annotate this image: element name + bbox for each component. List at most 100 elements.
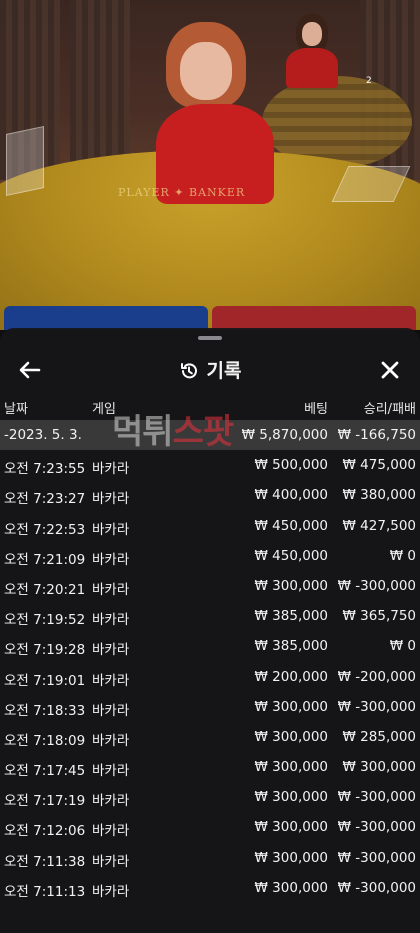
row-result: ₩ -300,000 — [337, 879, 416, 896]
sheet-title: 기록 — [0, 356, 420, 383]
row-time: 오전 7:19:52 — [4, 612, 86, 629]
row-game: 바카라 — [92, 853, 130, 870]
row-result: ₩ -200,000 — [337, 668, 416, 685]
table-row[interactable]: 오전 7:23:27 바카라 ₩ 400,000 ₩ 380,000 — [0, 480, 420, 510]
live-dealer-video: PLAYER ✦ BANKER 2 — [0, 0, 420, 330]
row-result: ₩ -300,000 — [337, 577, 416, 594]
row-result: ₩ -300,000 — [337, 819, 416, 836]
row-bet: ₩ 300,000 — [254, 879, 328, 896]
row-time: 오전 7:23:27 — [4, 491, 86, 508]
row-time: 오전 7:21:09 — [4, 551, 86, 568]
table-row[interactable]: 오전 7:19:01 바카라 ₩ 200,000 ₩ -200,000 — [0, 662, 420, 692]
summary-row[interactable]: -2023. 5. 3. ₩ 5,870,000 ₩ -166,750 — [0, 420, 420, 451]
row-game: 바카라 — [92, 793, 130, 810]
card-discard-box — [6, 125, 44, 197]
table-row[interactable]: 오전 7:23:55 바카라 ₩ 500,000 ₩ 475,000 — [0, 450, 420, 480]
row-time: 오전 7:22:53 — [4, 521, 86, 538]
row-game: 바카라 — [92, 461, 130, 478]
row-time: 오전 7:20:21 — [4, 581, 86, 598]
row-game: 바카라 — [92, 823, 130, 840]
row-game: 바카라 — [92, 491, 130, 508]
player-bet-panel[interactable] — [4, 306, 208, 330]
row-time: 오전 7:19:01 — [4, 672, 86, 689]
row-result: ₩ -300,000 — [337, 789, 416, 806]
column-header-row: 날짜 게임 베팅 승리/패배 — [0, 394, 420, 418]
row-time: 오전 7:17:45 — [4, 763, 86, 780]
history-icon — [180, 363, 197, 379]
row-bet: ₩ 400,000 — [254, 487, 328, 504]
row-time: 오전 7:23:55 — [4, 461, 86, 478]
row-game: 바카라 — [92, 581, 130, 598]
table-label: PLAYER ✦ BANKER — [118, 186, 246, 199]
table-row[interactable]: 오전 7:19:52 바카라 ₩ 385,000 ₩ 365,750 — [0, 601, 420, 631]
row-time: 오전 7:17:19 — [4, 793, 86, 810]
row-result: ₩ 0 — [389, 638, 416, 655]
row-result: ₩ 0 — [389, 547, 416, 564]
row-game: 바카라 — [92, 763, 130, 780]
sheet-grabber[interactable] — [198, 336, 222, 340]
row-game: 바카라 — [92, 551, 130, 568]
column-result: 승리/패배 — [363, 402, 416, 417]
summary-bet: ₩ 5,870,000 — [241, 427, 328, 443]
row-bet: ₩ 450,000 — [254, 547, 328, 564]
row-bet: ₩ 300,000 — [254, 577, 328, 594]
row-time: 오전 7:18:33 — [4, 702, 86, 719]
history-table: -2023. 5. 3. ₩ 5,870,000 ₩ -166,750 오전 7… — [0, 420, 420, 903]
row-time: 오전 7:18:09 — [4, 732, 86, 749]
banker-bet-panel[interactable] — [212, 306, 416, 330]
row-time: 오전 7:19:28 — [4, 642, 86, 659]
table-row[interactable]: 오전 7:21:09 바카라 ₩ 450,000 ₩ 0 — [0, 541, 420, 571]
row-bet: ₩ 500,000 — [254, 457, 328, 474]
row-bet: ₩ 300,000 — [254, 819, 328, 836]
sheet-title-text: 기록 — [206, 360, 242, 382]
row-bet: ₩ 385,000 — [254, 638, 328, 655]
close-icon — [381, 361, 399, 379]
row-bet: ₩ 300,000 — [254, 728, 328, 745]
row-result: ₩ 380,000 — [342, 487, 416, 504]
table-row[interactable]: 오전 7:20:21 바카라 ₩ 300,000 ₩ -300,000 — [0, 571, 420, 601]
row-game: 바카라 — [92, 732, 130, 749]
row-time: 오전 7:12:06 — [4, 823, 86, 840]
row-bet: ₩ 300,000 — [254, 759, 328, 776]
table-row[interactable]: 오전 7:19:28 바카라 ₩ 385,000 ₩ 0 — [0, 631, 420, 661]
table-row[interactable]: 오전 7:18:33 바카라 ₩ 300,000 ₩ -300,000 — [0, 692, 420, 722]
table-row[interactable]: 오전 7:17:45 바카라 ₩ 300,000 ₩ 300,000 — [0, 752, 420, 782]
table-row[interactable]: 오전 7:17:19 바카라 ₩ 300,000 ₩ -300,000 — [0, 782, 420, 812]
column-game: 게임 — [92, 402, 116, 417]
mini-table-number: 2 — [366, 76, 372, 86]
row-game: 바카라 — [92, 883, 130, 900]
row-result: ₩ 475,000 — [342, 457, 416, 474]
table-row[interactable]: 오전 7:22:53 바카라 ₩ 450,000 ₩ 427,500 — [0, 511, 420, 541]
row-game: 바카라 — [92, 702, 130, 719]
row-bet: ₩ 300,000 — [254, 849, 328, 866]
summary-date: -2023. 5. 3. — [4, 427, 82, 443]
row-bet: ₩ 300,000 — [254, 789, 328, 806]
background-dealer — [282, 14, 342, 88]
column-bet: 베팅 — [304, 402, 328, 417]
row-result: ₩ 427,500 — [342, 517, 416, 534]
row-game: 바카라 — [92, 612, 130, 629]
column-date: 날짜 — [4, 402, 28, 417]
row-bet: ₩ 300,000 — [254, 698, 328, 715]
row-game: 바카라 — [92, 642, 130, 659]
close-button[interactable] — [374, 354, 406, 386]
summary-result: ₩ -166,750 — [337, 427, 416, 443]
table-row[interactable]: 오전 7:11:38 바카라 ₩ 300,000 ₩ -300,000 — [0, 843, 420, 873]
row-time: 오전 7:11:38 — [4, 853, 86, 870]
sheet-header: 기록 — [0, 346, 420, 394]
row-time: 오전 7:11:13 — [4, 883, 86, 900]
history-sheet: 기록 날짜 게임 베팅 승리/패배 -2023. 5. 3. ₩ 5,870,0… — [0, 328, 420, 933]
row-result: ₩ 300,000 — [342, 759, 416, 776]
row-bet: ₩ 200,000 — [254, 668, 328, 685]
table-row[interactable]: 오전 7:11:13 바카라 ₩ 300,000 ₩ -300,000 — [0, 873, 420, 903]
table-row[interactable]: 오전 7:12:06 바카라 ₩ 300,000 ₩ -300,000 — [0, 812, 420, 842]
row-bet: ₩ 450,000 — [254, 517, 328, 534]
row-result: ₩ -300,000 — [337, 849, 416, 866]
row-result: ₩ 365,750 — [342, 608, 416, 625]
row-result: ₩ -300,000 — [337, 698, 416, 715]
table-row[interactable]: 오전 7:18:09 바카라 ₩ 300,000 ₩ 285,000 — [0, 722, 420, 752]
row-result: ₩ 285,000 — [342, 728, 416, 745]
dealer — [156, 22, 274, 204]
row-game: 바카라 — [92, 521, 130, 538]
row-game: 바카라 — [92, 672, 130, 689]
